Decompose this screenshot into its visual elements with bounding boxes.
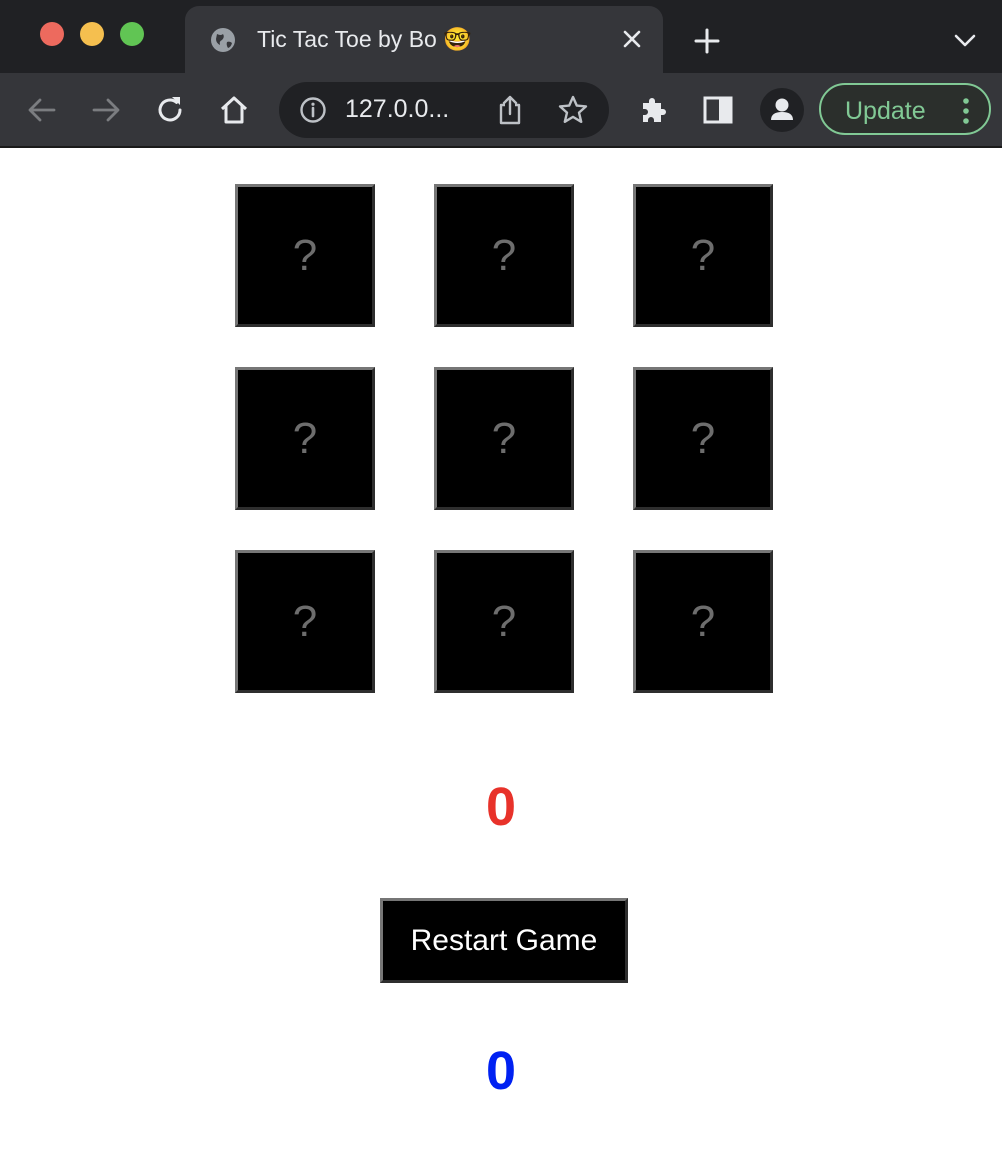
tab-strip: Tic Tac Toe by Bo 🤓 [0, 0, 1002, 73]
board-cell-5[interactable]: ? [434, 367, 574, 510]
info-icon[interactable] [299, 96, 327, 124]
tab-title: Tic Tac Toe by Bo 🤓 [257, 26, 472, 52]
page-content: ? ? ? ? ? ? ? ? ? 0 Restart Game 0 [0, 148, 1002, 1152]
cell-mark: ? [292, 596, 318, 646]
cell-mark: ? [690, 230, 716, 280]
board-cell-3[interactable]: ? [633, 184, 773, 327]
url-text[interactable]: 127.0.0... [345, 95, 449, 124]
side-panel-icon[interactable] [700, 92, 736, 128]
active-tab[interactable]: Tic Tac Toe by Bo 🤓 [185, 6, 663, 73]
cell-mark: ? [690, 596, 716, 646]
profile-avatar[interactable] [760, 88, 804, 132]
share-icon[interactable] [495, 94, 525, 126]
board-cell-9[interactable]: ? [633, 550, 773, 693]
reload-icon[interactable] [152, 92, 188, 128]
window-minimize-dot[interactable] [80, 22, 104, 46]
board-cell-2[interactable]: ? [434, 184, 574, 327]
chevron-down-icon[interactable] [952, 30, 978, 50]
globe-icon [211, 28, 235, 52]
restart-game-button[interactable]: Restart Game [380, 898, 628, 983]
bookmark-star-icon[interactable] [557, 94, 589, 126]
game-board: ? ? ? ? ? ? ? ? ? [235, 184, 775, 694]
close-icon[interactable] [619, 26, 645, 52]
board-cell-8[interactable]: ? [434, 550, 574, 693]
board-cell-4[interactable]: ? [235, 367, 375, 510]
address-bar[interactable]: 127.0.0... [279, 82, 609, 138]
score-player-blue: 0 [485, 1041, 517, 1101]
board-cell-6[interactable]: ? [633, 367, 773, 510]
cell-mark: ? [491, 230, 517, 280]
board-cell-7[interactable]: ? [235, 550, 375, 693]
window-close-dot[interactable] [40, 22, 64, 46]
update-label: Update [845, 97, 926, 125]
home-icon[interactable] [216, 92, 252, 128]
person-icon [771, 98, 793, 120]
cell-mark: ? [292, 413, 318, 463]
back-arrow-icon[interactable] [24, 92, 60, 128]
forward-arrow-icon[interactable] [88, 92, 124, 128]
window-zoom-dot[interactable] [120, 22, 144, 46]
cell-mark: ? [690, 413, 716, 463]
more-vert-icon[interactable] [961, 97, 971, 125]
board-cell-1[interactable]: ? [235, 184, 375, 327]
cell-mark: ? [292, 230, 318, 280]
update-button[interactable]: Update [819, 83, 991, 135]
extensions-puzzle-icon[interactable] [636, 92, 672, 128]
browser-chrome: Tic Tac Toe by Bo 🤓 127.0.0... Update [0, 0, 1002, 148]
score-player-red: 0 [485, 777, 517, 837]
cell-mark: ? [491, 596, 517, 646]
plus-icon[interactable] [692, 26, 722, 56]
cell-mark: ? [491, 413, 517, 463]
